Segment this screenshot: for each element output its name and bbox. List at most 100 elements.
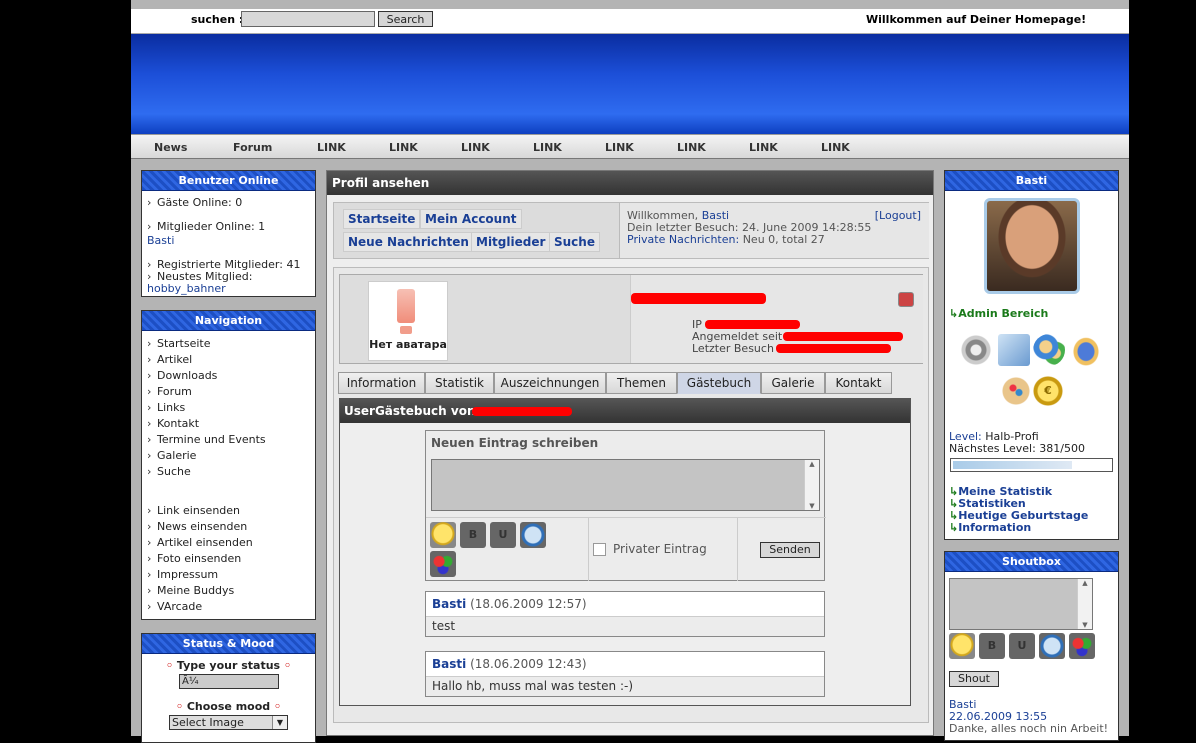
menu-startseite-button[interactable]: Startseite xyxy=(343,209,421,229)
user-avatar xyxy=(984,198,1080,294)
topnav-link[interactable]: LINK xyxy=(461,141,490,154)
user-box-title: Basti xyxy=(945,171,1118,191)
tab-kontakt[interactable]: Kontakt xyxy=(825,372,892,394)
tab-gaestebuch[interactable]: Gästebuch xyxy=(677,372,761,394)
menu-new-messages-button[interactable]: Neue Nachrichten xyxy=(343,232,474,252)
topnav-link[interactable]: LINK xyxy=(317,141,346,154)
underline-icon[interactable]: U xyxy=(490,522,516,548)
smiley-icon[interactable] xyxy=(430,522,456,548)
menu-account-button[interactable]: Mein Account xyxy=(420,209,522,229)
topnav-link[interactable]: LINK xyxy=(821,141,850,154)
topnav-link[interactable]: LINK xyxy=(677,141,706,154)
entry-author[interactable]: Basti xyxy=(432,657,466,671)
admin-link[interactable]: ↳Admin Bereich xyxy=(949,307,1048,320)
status-input[interactable]: Ã¼ xyxy=(179,674,279,689)
topnav-link[interactable]: LINK xyxy=(605,141,634,154)
session-info: Willkommen, Basti [Logout] Dein letzter B… xyxy=(619,203,929,258)
nav-item-foto-einsenden[interactable]: Foto einsenden xyxy=(142,551,315,567)
new-entry-form: Neuen Eintrag schreiben ▲ ▼ B U Privater… xyxy=(425,430,826,581)
friends-icon[interactable] xyxy=(1070,334,1102,366)
tab-statistik[interactable]: Statistik xyxy=(425,372,494,394)
palette-icon[interactable] xyxy=(1001,376,1031,406)
entry-date: (18.06.2009 12:57) xyxy=(470,597,587,611)
user-link-information[interactable]: ↳Information xyxy=(949,522,1088,534)
users-icon[interactable] xyxy=(1033,334,1065,366)
mail-icon[interactable] xyxy=(998,334,1030,366)
search-input[interactable] xyxy=(241,11,375,27)
menu-members-button[interactable]: Mitglieder xyxy=(471,232,551,252)
topnav-forum[interactable]: Forum xyxy=(233,141,272,154)
top-navigation: News Forum LINK LINK LINK LINK LINK LINK… xyxy=(131,134,1129,159)
status-mood-box: Status & Mood ◦ Type your status ◦ Ã¼ ◦ … xyxy=(141,633,316,743)
nav-item-link-einsenden[interactable]: Link einsenden xyxy=(142,503,315,519)
nav-item-news-einsenden[interactable]: News einsenden xyxy=(142,519,315,535)
scrollbar[interactable]: ▲ ▼ xyxy=(804,460,819,510)
scroll-down-icon[interactable]: ▼ xyxy=(1078,621,1092,629)
chevron-down-icon: ▼ xyxy=(272,716,287,729)
private-entry-checkbox[interactable] xyxy=(593,543,606,556)
euro-icon[interactable]: € xyxy=(1033,376,1063,406)
topnav-link[interactable]: LINK xyxy=(389,141,418,154)
page: suchen : Search Willkommen auf Deiner Ho… xyxy=(131,0,1129,743)
topnav-link[interactable]: LINK xyxy=(749,141,778,154)
mood-select[interactable]: Select Image ▼ xyxy=(169,715,288,730)
nav-item-startseite[interactable]: Startseite xyxy=(142,336,315,352)
status-type-label: ◦ Type your status ◦ xyxy=(166,659,291,672)
tab-galerie[interactable]: Galerie xyxy=(761,372,825,394)
settings-icon[interactable] xyxy=(960,334,992,366)
nav-item-artikel-einsenden[interactable]: Artikel einsenden xyxy=(142,535,315,551)
entry-textarea[interactable]: ▲ ▼ xyxy=(431,459,820,511)
tab-themen[interactable]: Themen xyxy=(606,372,677,394)
scroll-up-icon[interactable]: ▲ xyxy=(1078,579,1092,587)
guestbook-panel: UserGästebuch von Neuen Eintrag schreibe… xyxy=(339,398,911,706)
exclamation-icon xyxy=(397,289,415,323)
new-entry-title: Neuen Eintrag schreiben xyxy=(431,436,599,450)
link-icon[interactable] xyxy=(1039,633,1065,659)
underline-icon[interactable]: U xyxy=(1009,633,1035,659)
members-online: Mitglieder Online: 1 xyxy=(142,219,315,235)
user-box: Basti ↳Admin Bereich € Level: Halb-Profi… xyxy=(944,170,1119,540)
nav-item-suche[interactable]: Suche xyxy=(142,464,315,480)
smiley-icon[interactable] xyxy=(949,633,975,659)
entry-text: Hallo hb, muss mal was testen :-) xyxy=(426,677,824,696)
bold-icon[interactable]: B xyxy=(460,522,486,548)
nav-item-termine[interactable]: Termine und Events xyxy=(142,432,315,448)
shout-textarea[interactable]: ▲ ▼ xyxy=(949,578,1093,630)
link-icon[interactable] xyxy=(520,522,546,548)
topnav-link[interactable]: LINK xyxy=(533,141,562,154)
entry-author[interactable]: Basti xyxy=(432,597,466,611)
nav-item-galerie[interactable]: Galerie xyxy=(142,448,315,464)
topnav-news[interactable]: News xyxy=(154,141,187,154)
nav-item-impressum[interactable]: Impressum xyxy=(142,567,315,583)
bold-icon[interactable]: B xyxy=(979,633,1005,659)
mood-label: ◦ Choose mood ◦ xyxy=(175,700,282,713)
nav-item-kontakt[interactable]: Kontakt xyxy=(142,416,315,432)
tab-information[interactable]: Information xyxy=(338,372,425,394)
next-level-value: 381/500 xyxy=(1039,442,1085,455)
newest-member-link[interactable]: hobby_bahner xyxy=(142,283,315,295)
color-icon[interactable] xyxy=(430,551,456,577)
nav-item-varcade[interactable]: VArcade xyxy=(142,599,315,615)
newest-member-label: Neustes Mitglied: xyxy=(142,271,315,284)
menu-search-button[interactable]: Suche xyxy=(549,232,600,252)
nav-item-links[interactable]: Links xyxy=(142,400,315,416)
nav-item-downloads[interactable]: Downloads xyxy=(142,368,315,384)
send-button[interactable]: Senden xyxy=(760,542,820,558)
status-mood-title: Status & Mood xyxy=(142,634,315,654)
scroll-down-icon[interactable]: ▼ xyxy=(805,502,819,510)
next-level-label: Nächstes Level: xyxy=(949,442,1036,455)
logout-link[interactable]: [Logout] xyxy=(875,210,921,222)
users-online-title: Benutzer Online xyxy=(142,171,315,191)
color-icon[interactable] xyxy=(1069,633,1095,659)
nav-item-artikel[interactable]: Artikel xyxy=(142,352,315,368)
scrollbar[interactable]: ▲ ▼ xyxy=(1077,579,1092,629)
private-messages-link[interactable]: Private Nachrichten: xyxy=(627,233,739,246)
online-member-link[interactable]: Basti xyxy=(142,235,315,249)
nav-item-buddys[interactable]: Meine Buddys xyxy=(142,583,315,599)
scroll-up-icon[interactable]: ▲ xyxy=(805,460,819,468)
search-button[interactable]: Search xyxy=(378,11,433,27)
shout-button[interactable]: Shout xyxy=(949,671,999,687)
tab-auszeichnungen[interactable]: Auszeichnungen xyxy=(494,372,606,394)
nav-item-forum[interactable]: Forum xyxy=(142,384,315,400)
level-progress-fill xyxy=(953,461,1073,469)
